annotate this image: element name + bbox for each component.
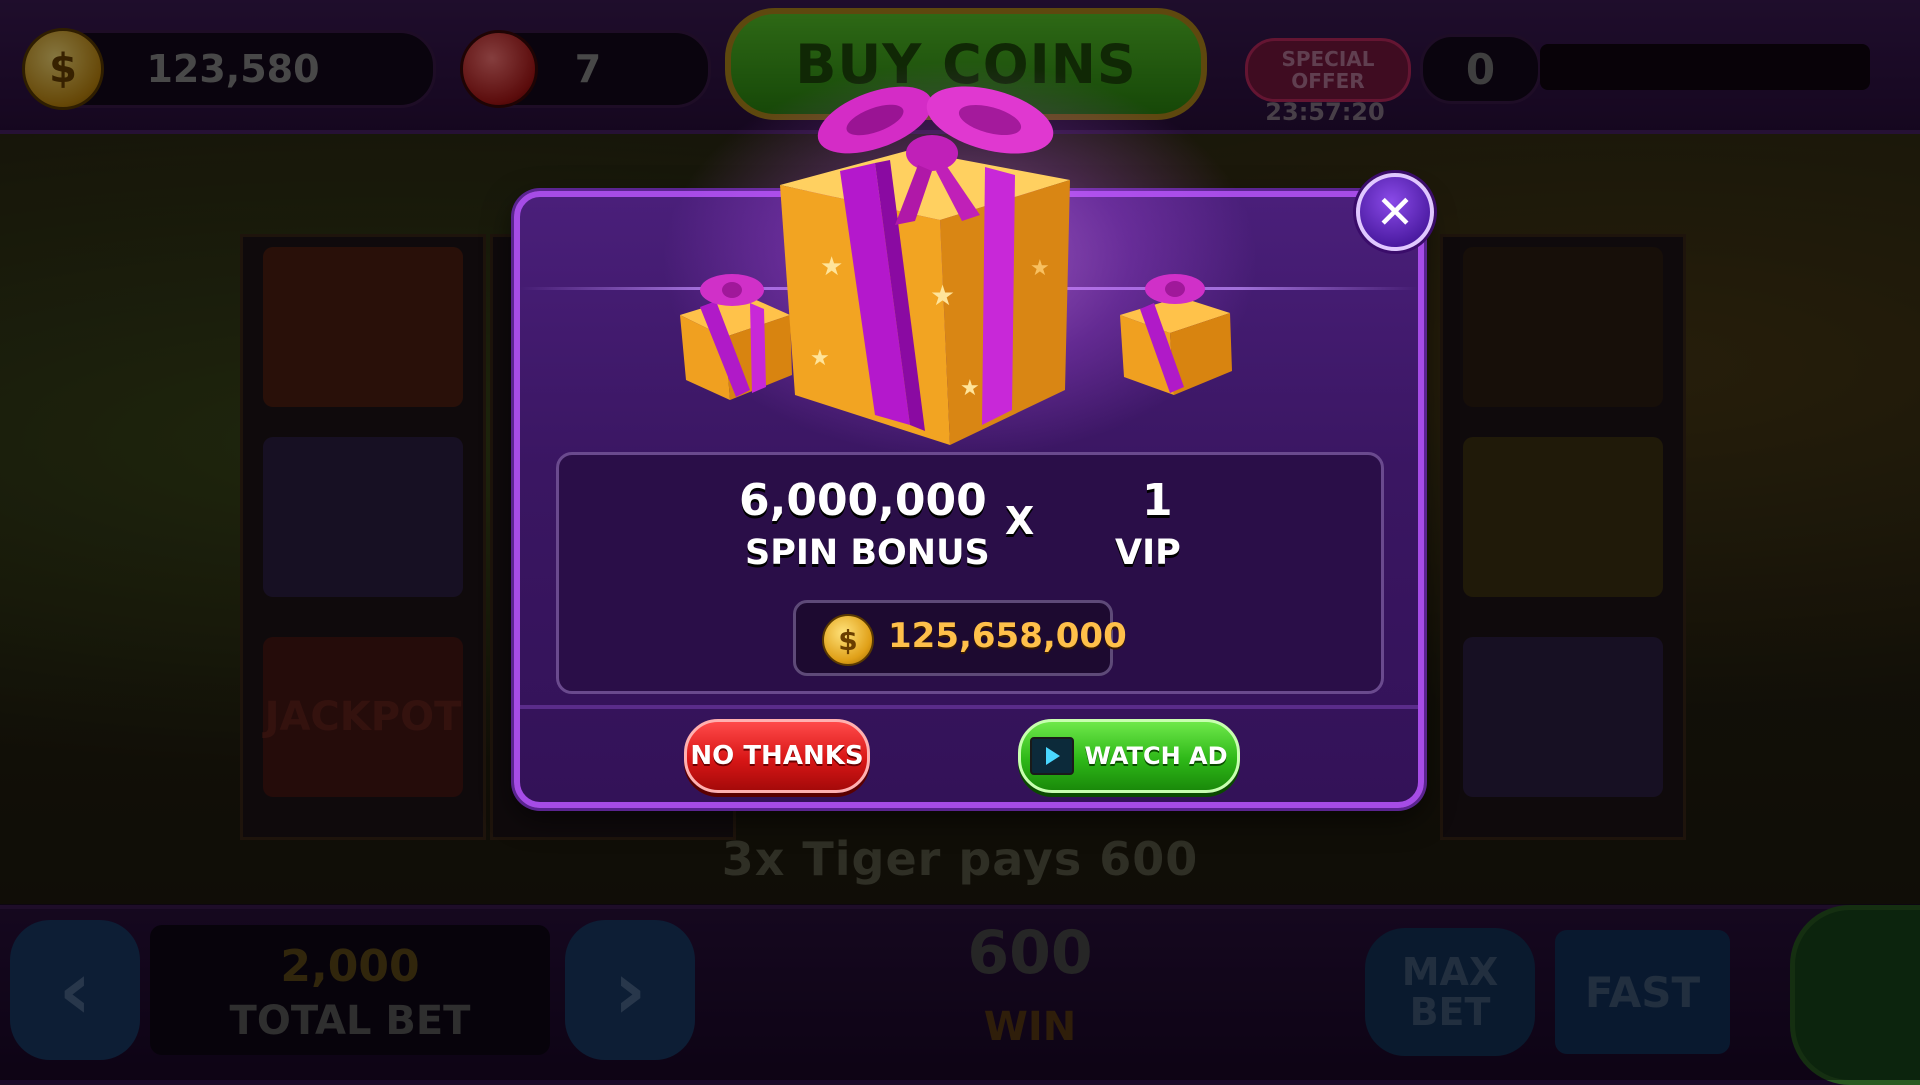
close-icon: ✕ — [1375, 185, 1415, 239]
watch-ad-label: WATCH AD — [1084, 742, 1228, 770]
bonus-info-panel: 6,000,000 SPIN BONUS X 1 VIP $ 125,658,0… — [556, 452, 1384, 694]
main-gift-icon: ★ ★ ★ ★ ★ — [780, 86, 1070, 445]
coin-icon: $ — [822, 614, 874, 666]
coin-symbol: $ — [838, 623, 858, 657]
no-thanks-label: NO THANKS — [690, 741, 864, 771]
svg-text:★: ★ — [820, 252, 843, 282]
slot-game-screen: 123,580 $ 7 BUY COINS SPECIAL OFFER 23:5… — [0, 0, 1920, 1085]
reward-total-value: 125,658,000 — [888, 616, 1127, 656]
small-gift-left-icon — [680, 274, 792, 400]
svg-text:★: ★ — [1030, 256, 1050, 281]
vip-value: 1 — [1142, 475, 1173, 526]
gift-box-icon: ★ ★ ★ ★ ★ — [680, 86, 1232, 445]
watch-ad-button[interactable]: WATCH AD — [1018, 719, 1240, 793]
popup-divider-bottom — [520, 705, 1418, 709]
video-icon — [1030, 737, 1075, 775]
multiply-sign: X — [1005, 499, 1035, 543]
close-popup-button[interactable]: ✕ — [1356, 173, 1434, 251]
spin-bonus-value: 6,000,000 — [739, 475, 987, 526]
svg-text:★: ★ — [930, 279, 955, 312]
reward-total-display: $ 125,658,000 — [793, 600, 1127, 676]
vip-label: VIP — [1115, 533, 1181, 573]
svg-text:★: ★ — [810, 346, 830, 371]
spin-bonus-label: SPIN BONUS — [745, 533, 990, 573]
small-gift-right-icon — [1120, 274, 1232, 395]
no-thanks-button[interactable]: NO THANKS — [684, 719, 870, 793]
svg-text:★: ★ — [960, 376, 980, 401]
